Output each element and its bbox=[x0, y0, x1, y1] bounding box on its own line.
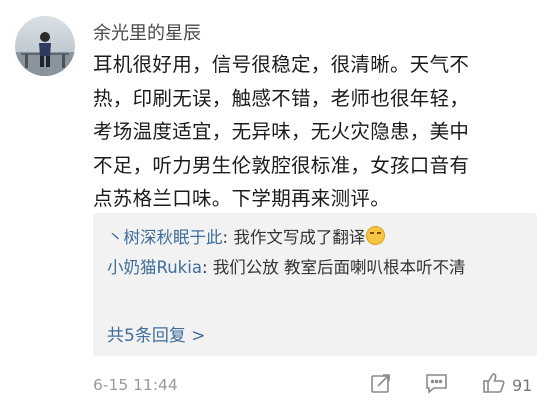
like-count: 91 bbox=[512, 376, 533, 395]
replies-panel: 丶树深秋眠于此: 我作文写成了翻译 小奶猫Rukia: 我们公放 教室后面喇叭根… bbox=[93, 213, 537, 356]
comment-line: 不足，听力男生伦敦腔很标准，女孩口音有 bbox=[93, 153, 470, 177]
sweat-smile-emoji-icon bbox=[366, 226, 386, 245]
reply-item[interactable]: 丶树深秋眠于此: 我作文写成了翻译 bbox=[107, 225, 386, 251]
reply-item[interactable]: 小奶猫Rukia: 我们公放 教室后面喇叭根本听不清 bbox=[107, 255, 527, 281]
reply-text: 我作文写成了翻译 bbox=[233, 228, 366, 247]
reply-username[interactable]: 丶树深秋眠于此 bbox=[107, 228, 223, 247]
share-icon[interactable] bbox=[370, 372, 392, 398]
comment-line: 热，印刷无误，触感不错，老师也很年轻， bbox=[93, 86, 470, 110]
comment-line: 考场温度适宜，无异味，无火灾隐患，美中 bbox=[93, 120, 470, 143]
comment-line: 耳机很好用，信号很稳定，很清晰。天气不 bbox=[93, 53, 470, 76]
more-replies-link[interactable]: 共5条回复 > bbox=[107, 321, 205, 346]
comment-content: 耳机很好用，信号很稳定，很清晰。天气不 热，印刷无误，触感不错，老师也很年轻， … bbox=[93, 48, 525, 216]
thumbs-up-icon[interactable] bbox=[482, 372, 506, 398]
reply-username[interactable]: 小奶猫Rukia bbox=[107, 258, 202, 277]
reply-text: 我们公放 教室后面喇叭根本听不清 bbox=[212, 258, 466, 277]
avatar[interactable] bbox=[15, 16, 75, 76]
comment-username[interactable]: 余光里的星辰 bbox=[93, 19, 201, 45]
comment-timestamp: 6-15 11:44 bbox=[93, 376, 178, 394]
comment-icon[interactable] bbox=[425, 372, 448, 398]
comment-line: 点苏格兰口味。下学期再来测评。 bbox=[93, 187, 391, 210]
